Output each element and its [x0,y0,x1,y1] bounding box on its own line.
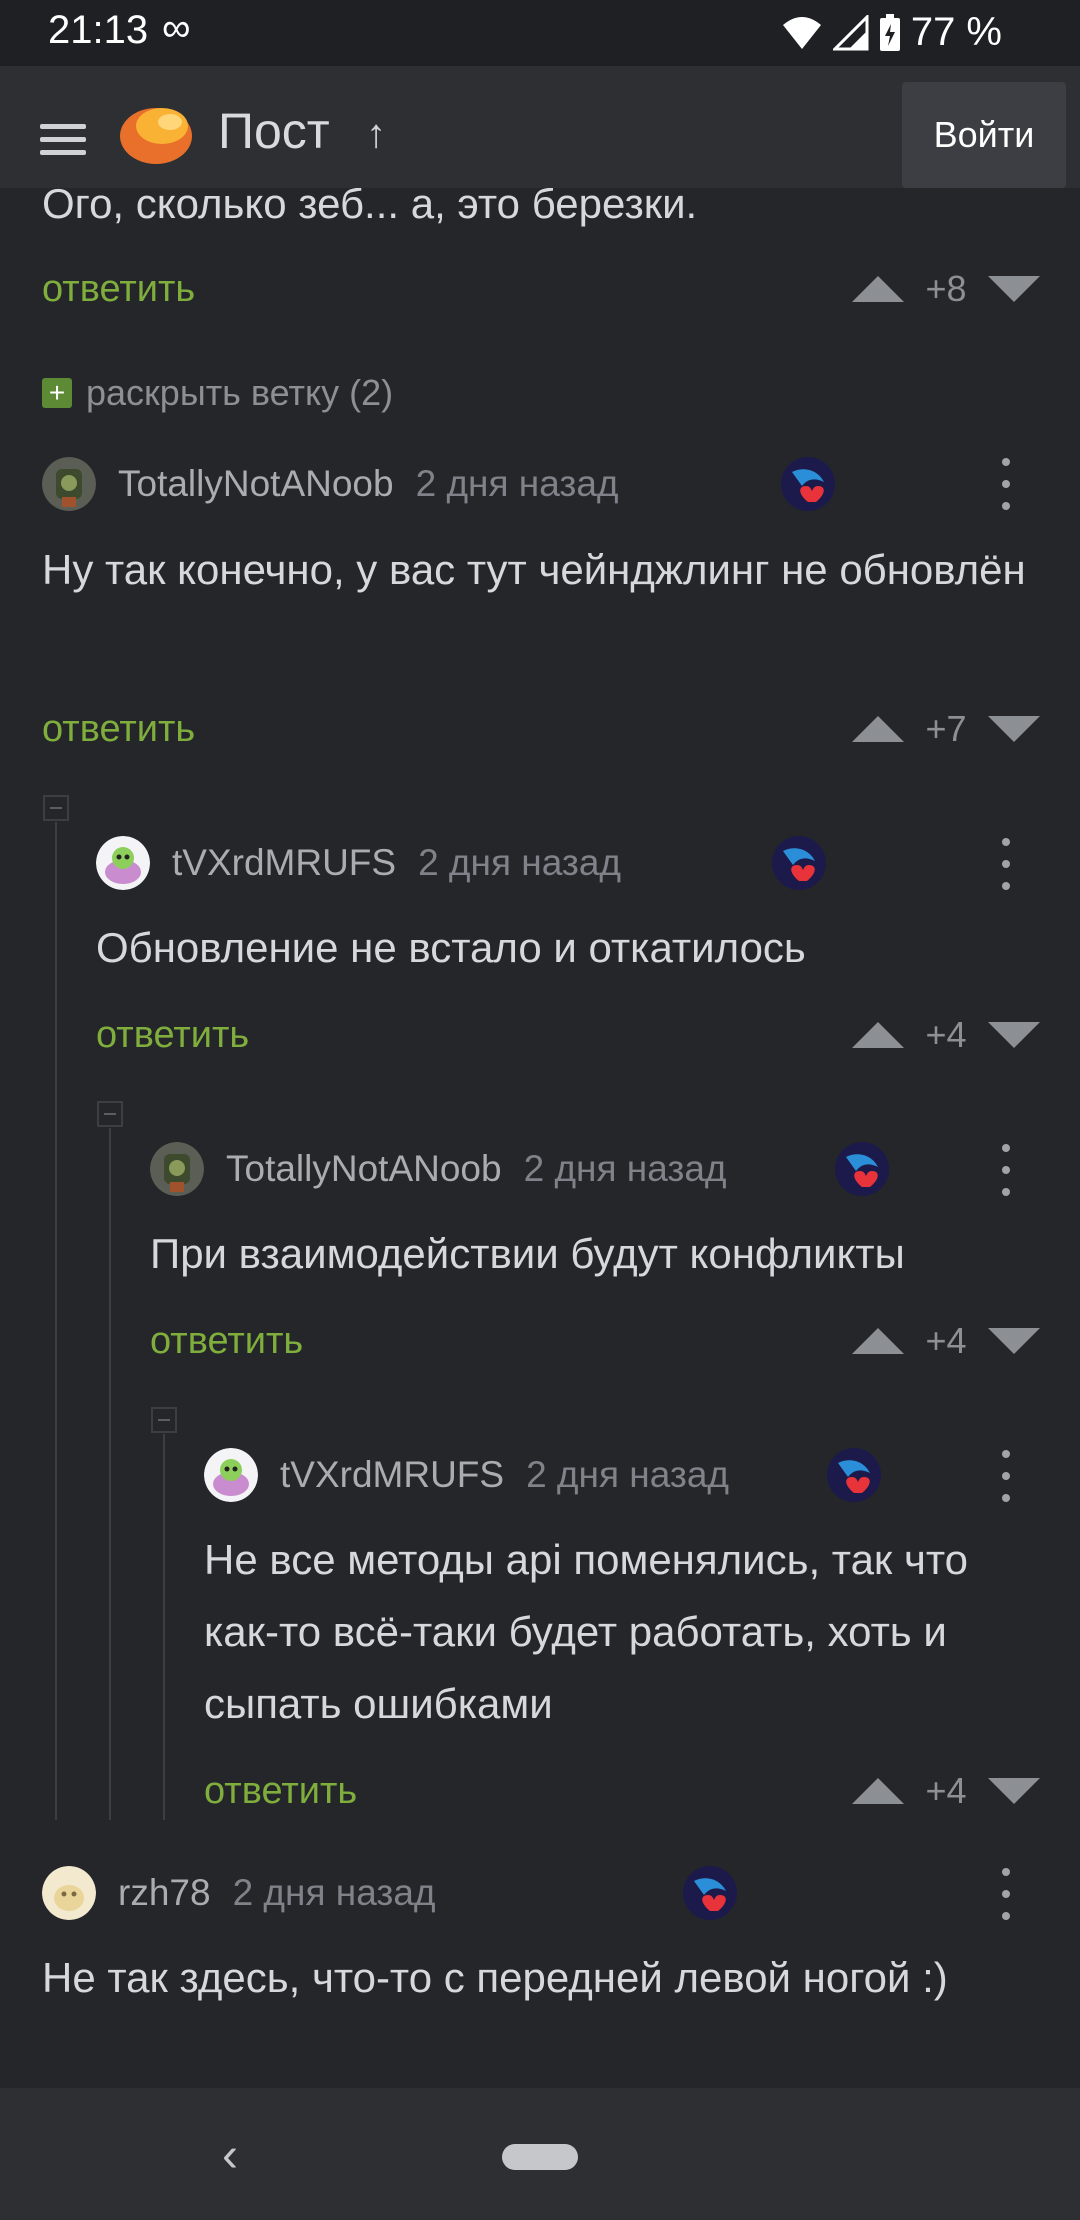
comment-header: tVXrdMRUFS 2 дня назад [204,1448,729,1502]
comment-score: +4 [925,1014,967,1055]
collapse-toggle[interactable] [151,1407,177,1433]
reply-link[interactable]: ответить [150,1320,303,1363]
status-time: 21:13 [48,8,149,52]
comment-time: 2 дня назад [523,1148,727,1189]
vote-controls: +4 [852,1770,1040,1812]
heart-badge-icon [682,1865,738,1921]
battery-level: 77 % [910,10,1002,54]
avatar[interactable] [204,1448,258,1502]
vote-controls: +8 [852,268,1040,310]
thread-line [55,822,57,1820]
expand-thread-button[interactable]: + раскрыть ветку (2) [42,372,393,414]
comment-text: Ну так конечно, у вас тут чейнджлинг не … [42,546,1026,593]
reply-link[interactable]: ответить [204,1770,357,1813]
home-pill-icon[interactable] [502,2144,578,2170]
avatar[interactable] [42,457,96,511]
comment-header: TotallyNotANoob 2 дня назад [150,1142,727,1196]
upvote-icon[interactable] [852,1328,904,1354]
status-bar: 21:13 ∞ 77 % [0,0,1080,66]
comment-time: 2 дня назад [415,463,619,504]
vote-controls: +4 [852,1014,1040,1056]
infinity-icon: ∞ [162,6,191,50]
page-title: Пост [218,103,330,159]
comment-author[interactable]: TotallyNotANoob [118,463,394,505]
wifi-icon [782,16,821,49]
comment-header: tVXrdMRUFS 2 дня назад [96,836,621,890]
thread-line [163,1434,165,1820]
comment-score: +4 [925,1320,967,1361]
more-options-icon[interactable] [996,1868,1016,1920]
plus-icon: + [42,378,72,408]
more-options-icon[interactable] [996,838,1016,890]
app-bar: Пост ↑ Войти [0,66,1080,188]
comment-score: +7 [925,708,967,749]
downvote-icon[interactable] [988,716,1040,742]
login-button[interactable]: Войти [902,82,1066,188]
avatar[interactable] [150,1142,204,1196]
heart-badge-icon [771,835,827,891]
comment-author[interactable]: rzh78 [118,1872,211,1914]
comment-author[interactable]: tVXrdMRUFS [172,842,396,884]
comment-author[interactable]: TotallyNotANoob [226,1148,502,1190]
signal-icon [832,14,869,50]
comment-header: rzh78 2 дня назад [42,1866,435,1920]
collapse-toggle[interactable] [97,1101,123,1127]
downvote-icon[interactable] [988,1022,1040,1048]
more-options-icon[interactable] [996,1450,1016,1502]
vote-controls: +4 [852,1320,1040,1362]
reply-link[interactable]: ответить [42,268,195,311]
comment-score: +4 [925,1770,967,1811]
comment-text: Обновление не встало и откатилось [96,924,806,971]
expand-thread-label: раскрыть ветку (2) [86,372,394,413]
heart-badge-icon [826,1447,882,1503]
upvote-icon[interactable] [852,276,904,302]
comment-text: Не все методы api поменялись, так что ка… [204,1536,968,1727]
comment-score: +8 [925,268,967,309]
comment-time: 2 дня назад [418,842,621,883]
system-nav-bar: ‹ [0,2088,1080,2220]
upvote-icon[interactable] [852,716,904,742]
heart-badge-icon [834,1141,890,1197]
status-icons: 77 % [781,10,1002,55]
comments-feed: Ого, сколько зеб... а, это березки. отве… [0,0,1080,2088]
upvote-icon[interactable] [852,1022,904,1048]
vote-controls: +7 [852,708,1040,750]
downvote-icon[interactable] [988,1328,1040,1354]
scroll-top-icon[interactable]: ↑ [366,112,386,157]
collapse-toggle[interactable] [43,795,69,821]
reply-link[interactable]: ответить [96,1014,249,1057]
menu-icon[interactable] [40,124,86,160]
comment-author[interactable]: tVXrdMRUFS [280,1454,504,1496]
more-options-icon[interactable] [996,1144,1016,1196]
comment-header: TotallyNotANoob 2 дня назад [42,457,619,511]
comment-time: 2 дня назад [526,1454,729,1495]
downvote-icon[interactable] [988,276,1040,302]
upvote-icon[interactable] [852,1778,904,1804]
thread-line [109,1128,111,1820]
comment-text: Не так здесь, что-то с передней левой но… [42,1954,948,2001]
app-logo-icon[interactable] [116,96,196,166]
avatar[interactable] [96,836,150,890]
comment-time: 2 дня назад [232,1872,436,1913]
reply-link[interactable]: ответить [42,708,195,751]
downvote-icon[interactable] [988,1778,1040,1804]
heart-badge-icon [780,456,836,512]
more-options-icon[interactable] [996,458,1016,510]
comment-text: При взаимодействии будут конфликты [150,1230,905,1277]
back-icon[interactable]: ‹ [222,2128,238,2183]
avatar[interactable] [42,1866,96,1920]
battery-icon [879,13,900,51]
